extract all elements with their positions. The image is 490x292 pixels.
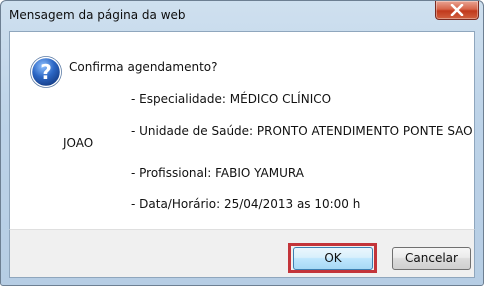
close-icon <box>450 4 464 16</box>
line-especialidade: - Especialidade: MÉDICO CLÍNICO <box>131 92 332 106</box>
dialog-window: Mensagem da página da web ? Confirma age… <box>0 0 484 286</box>
question-icon: ? <box>30 56 62 88</box>
ok-button[interactable]: OK <box>293 247 373 270</box>
confirm-question: Confirma agendamento? <box>69 60 218 74</box>
line-unidade: - Unidade de Saúde: PRONTO ATENDIMENTO P… <box>131 124 473 138</box>
line-profissional: - Profissional: FABIO YAMURA <box>131 166 304 180</box>
cancel-button[interactable]: Cancelar <box>392 247 471 270</box>
message-area: ? Confirma agendamento? - Especialidade:… <box>9 31 475 229</box>
line-data-horario: - Data/Horário: 25/04/2013 as 10:00 h <box>131 197 361 211</box>
button-bar: OK Cancelar <box>9 229 475 278</box>
svg-text:?: ? <box>40 60 52 84</box>
dialog-title: Mensagem da página da web <box>9 8 186 22</box>
line-unidade-continued: JOAO <box>63 136 94 150</box>
close-button[interactable] <box>435 1 479 20</box>
title-bar[interactable]: Mensagem da página da web <box>1 1 483 31</box>
